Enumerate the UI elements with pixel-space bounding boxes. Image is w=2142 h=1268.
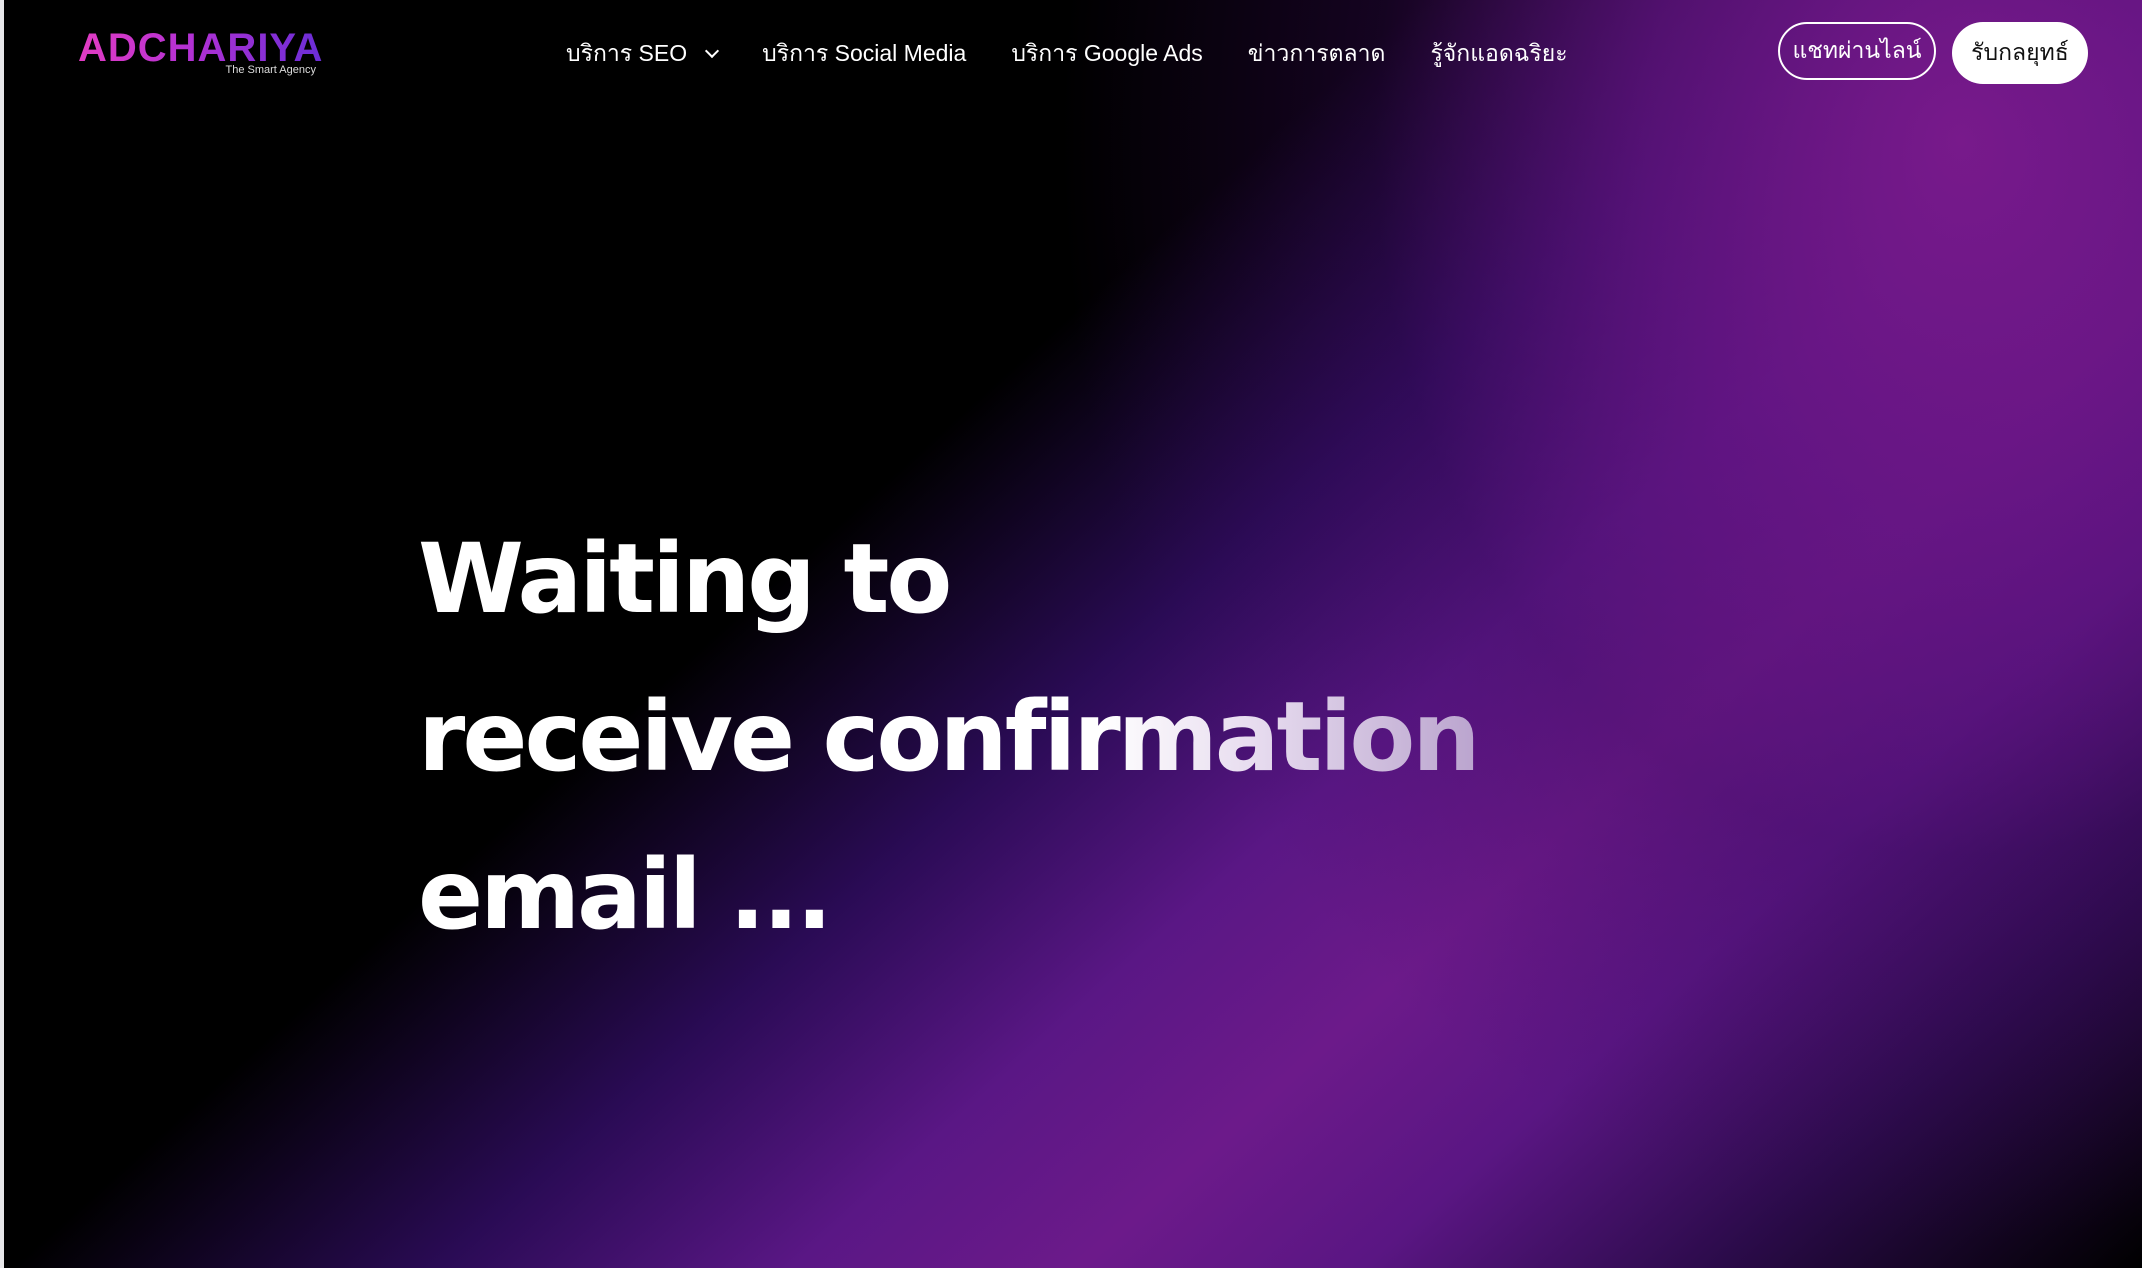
hero-line-1: Waiting to — [418, 523, 952, 635]
nav-item-label: บริการ SEO — [566, 40, 688, 66]
page: ADCHARIYA The Smart Agency บริการ SEO บร… — [0, 0, 2142, 1268]
logo-tagline: The Smart Agency — [225, 64, 317, 76]
nav-item-marketing-news[interactable]: ข่าวการตลาด — [1248, 36, 1386, 72]
line-chat-button[interactable]: แชทผ่านไลน์ — [1778, 22, 1936, 80]
get-strategy-button[interactable]: รับกลยุทธ์ — [1952, 22, 2088, 84]
hero-line-2: receive confirmation — [418, 658, 1518, 816]
nav-item-label: รู้จักแอดฉริยะ — [1430, 40, 1568, 66]
main-nav: บริการ SEO บริการ Social Media บริการ Go… — [566, 34, 1613, 74]
nav-item-label: ข่าวการตลาด — [1247, 40, 1386, 66]
hero-heading: Waiting to receive confirmation email ..… — [418, 500, 1518, 974]
hero-line-3: email ... — [418, 839, 833, 951]
line-chat-button-label: แชทผ่านไลน์ — [1792, 37, 1922, 63]
brand-logo[interactable]: ADCHARIYA The Smart Agency — [78, 26, 322, 82]
nav-item-google-ads[interactable]: บริการ Google Ads — [1011, 36, 1202, 72]
window-edge — [0, 0, 4, 1268]
nav-item-social-media[interactable]: บริการ Social Media — [762, 36, 966, 72]
chevron-down-icon — [705, 43, 720, 59]
get-strategy-button-label: รับกลยุทธ์ — [1971, 39, 2069, 65]
nav-item-about[interactable]: รู้จักแอดฉริยะ — [1430, 36, 1567, 72]
nav-item-label: บริการ Social Media — [762, 40, 967, 66]
nav-item-label: บริการ Google Ads — [1011, 40, 1203, 66]
nav-item-seo[interactable]: บริการ SEO — [566, 36, 720, 72]
